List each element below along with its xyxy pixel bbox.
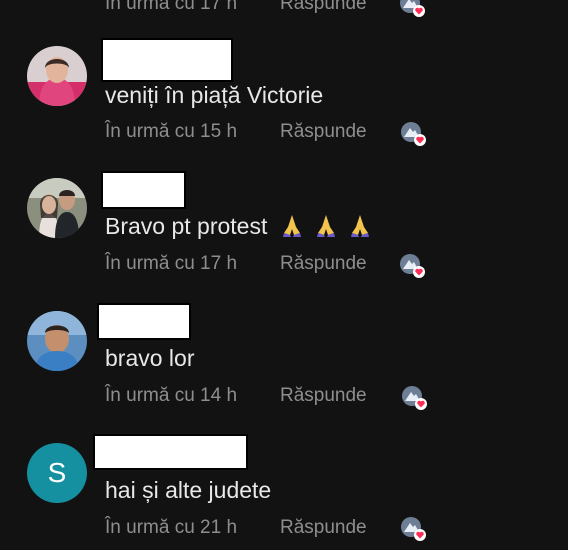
comment-text: hai și alte judete: [105, 477, 272, 503]
reply-button[interactable]: Răspunde: [280, 121, 367, 143]
comment-feed: În urmă cu 17 h Răspunde veniți în piață: [0, 0, 568, 550]
comment-time: În urmă cu 15 h: [105, 121, 238, 142]
reply-button[interactable]: Răspunde: [280, 517, 367, 539]
redacted-username: [101, 38, 233, 82]
comment-time: În urmă cu 17 h: [105, 0, 238, 14]
comment-time: În urmă cu 17 h: [105, 253, 238, 274]
comment-text: bravo lor: [105, 345, 195, 371]
comment-text: Bravo pt protest: [105, 213, 372, 243]
comment-time: În urmă cu 21 h: [105, 517, 238, 538]
redacted-username: [97, 303, 191, 340]
redacted-username: [101, 171, 186, 209]
avatar[interactable]: [27, 46, 87, 106]
comment-text-body: Bravo pt protest: [105, 213, 268, 239]
folded-hands-emoji: [280, 213, 372, 243]
redacted-username: [93, 434, 248, 470]
heart-reaction-icon[interactable]: [399, 253, 425, 279]
avatar[interactable]: [27, 178, 87, 238]
reply-button[interactable]: Răspunde: [280, 385, 367, 407]
heart-reaction-icon[interactable]: [401, 385, 427, 411]
reply-button[interactable]: Răspunde: [280, 0, 367, 15]
heart-reaction-icon[interactable]: [400, 121, 426, 147]
avatar[interactable]: S: [27, 443, 87, 503]
avatar[interactable]: [27, 311, 87, 371]
comment-text: veniți în piață Victorie: [105, 82, 324, 108]
heart-reaction-icon[interactable]: [399, 0, 425, 18]
heart-reaction-icon[interactable]: [400, 516, 426, 542]
comment-time: În urmă cu 14 h: [105, 385, 238, 406]
reply-button[interactable]: Răspunde: [280, 253, 367, 275]
